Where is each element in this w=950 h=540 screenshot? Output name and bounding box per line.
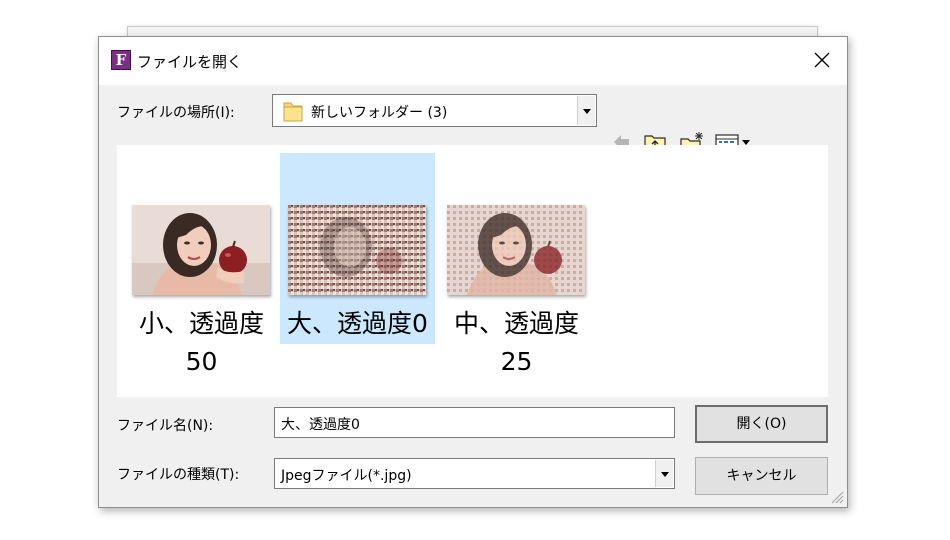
file-item-medium[interactable]: 中、透過度 25	[439, 153, 594, 376]
title-bar: F ファイルを開く	[99, 37, 847, 85]
dialog-title: ファイルを開く	[137, 53, 243, 71]
resize-grip-icon[interactable]	[830, 490, 844, 504]
file-thumbnail	[132, 205, 270, 295]
filename-label: ファイル名(N):	[117, 418, 214, 434]
location-combo[interactable]: 新しいフォルダー (3)	[272, 94, 597, 127]
location-dropdown-button[interactable]	[577, 96, 595, 125]
filetype-label: ファイルの種類(T):	[117, 467, 240, 483]
file-name-line2: 25	[500, 347, 533, 376]
location-label: ファイルの場所(I):	[117, 105, 235, 121]
filetype-value: Jpegファイル(*.jpg)	[281, 468, 412, 484]
file-item-small[interactable]: 小、透過度 50	[124, 153, 279, 376]
open-button[interactable]: 開く(O)	[695, 405, 828, 443]
filetype-combo[interactable]: Jpegファイル(*.jpg)	[274, 458, 675, 489]
open-file-dialog: F ファイルを開く ファイルの場所(I): 新しいフォルダー (3) 小、透過度…	[98, 36, 848, 508]
file-caption: 中、透過度 25	[429, 305, 604, 381]
folder-icon	[283, 102, 303, 122]
file-thumbnail	[447, 205, 585, 295]
app-icon: F	[111, 50, 131, 70]
file-caption: 小、透過度 50	[114, 305, 289, 381]
filetype-dropdown-button[interactable]	[655, 460, 673, 487]
filename-value: 大、透過度0	[281, 417, 360, 433]
file-thumbnail	[288, 205, 426, 295]
file-name-line1: 大、透過度0	[287, 309, 428, 338]
filename-input[interactable]: 大、透過度0	[274, 407, 675, 438]
cancel-button[interactable]: キャンセル	[695, 457, 828, 495]
file-name-line2: 50	[185, 347, 218, 376]
file-list-view[interactable]: 小、透過度 50 大、透過度0 中、透過度 25	[117, 145, 828, 397]
file-caption: 大、透過度0	[270, 305, 445, 343]
file-name-line1: 小、透過度	[138, 309, 264, 338]
file-name-line1: 中、透過度	[453, 309, 579, 338]
close-icon[interactable]	[811, 49, 833, 71]
file-item-large[interactable]: 大、透過度0	[280, 153, 435, 344]
location-value: 新しいフォルダー (3)	[311, 105, 448, 121]
